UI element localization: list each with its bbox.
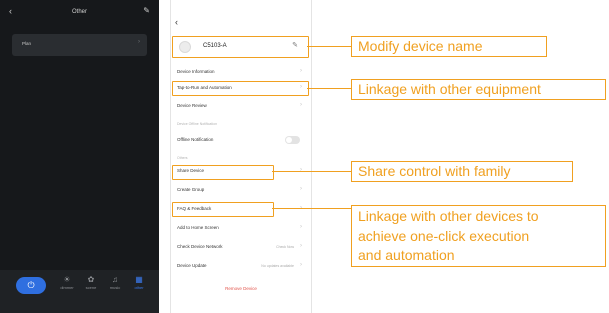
callout-linkage-devices: Linkage with other devices to achieve on… [351, 205, 606, 267]
control-screen: ‹ Other ✎ Plan › ⏻ ☀ dimmer ✿ scene ♫ mu… [0, 0, 159, 313]
mode-label: other [134, 285, 144, 290]
row-label: Device Review [177, 103, 207, 108]
section-others: Others [177, 156, 188, 160]
row-label: Offline Notification [177, 137, 214, 142]
callout-text: Modify device name [358, 38, 483, 54]
chevron-right-icon: › [300, 102, 302, 108]
row-device-update[interactable]: Device Update No updates available › [175, 260, 306, 274]
chevron-right-icon: › [138, 39, 140, 45]
mode-music[interactable]: ♫ music [104, 274, 126, 291]
callout-text: Linkage with other equipment [358, 81, 541, 97]
highlight-device-name [172, 36, 309, 58]
music-icon: ♫ [112, 275, 118, 284]
highlight-faq [172, 202, 274, 217]
power-button[interactable]: ⏻ [16, 277, 46, 294]
row-label: Add to Home Screen [177, 225, 219, 230]
mode-label: music [109, 285, 121, 290]
remove-device-button[interactable]: Remove Device [171, 286, 311, 291]
callout-text: Linkage with other devices to [358, 208, 539, 224]
callout-text: achieve one-click execution [358, 227, 530, 244]
check-network-value: Check Now [276, 245, 294, 249]
control-title: Other [71, 9, 87, 15]
control-top-bar: ‹ Other ✎ [0, 0, 159, 26]
device-update-value: No updates available [261, 264, 294, 268]
connector-line [272, 171, 351, 172]
connector-line [272, 208, 351, 209]
mode-other[interactable]: ▦ other [128, 274, 150, 291]
row-offline-notification[interactable]: Offline Notification [175, 134, 306, 148]
mode-dimmer[interactable]: ☀ dimmer [56, 274, 78, 291]
callout-linkage-equipment: Linkage with other equipment [351, 79, 606, 100]
row-label: Create Group [177, 187, 205, 192]
grid-icon: ▦ [135, 275, 143, 284]
callout-text: Share control with family [358, 163, 511, 179]
chevron-right-icon: › [300, 68, 302, 74]
row-device-review[interactable]: Device Review › [175, 100, 306, 114]
row-check-network[interactable]: Check Device Network Check Now › [175, 241, 306, 255]
callout-share-control: Share control with family [351, 161, 573, 182]
bulb-icon: ☀ [63, 275, 71, 284]
chevron-right-icon: › [300, 186, 302, 192]
row-add-home-screen[interactable]: Add to Home Screen › [175, 222, 306, 236]
connector-line [307, 88, 351, 89]
section-offline: Device Offline Notification [177, 122, 218, 126]
chevron-right-icon: › [300, 224, 302, 230]
mode-bar: ⏻ ☀ dimmer ✿ scene ♫ music ▦ other [0, 270, 159, 313]
plan-label: Plan [22, 41, 32, 46]
offline-toggle[interactable] [285, 136, 300, 144]
palette-icon: ✿ [87, 275, 95, 284]
mode-label: dimmer [60, 285, 74, 290]
chevron-right-icon: › [300, 243, 302, 249]
row-label: Device Update [177, 263, 207, 268]
chevron-right-icon: › [300, 167, 302, 173]
row-create-group[interactable]: Create Group › [175, 184, 306, 198]
chevron-right-icon: › [300, 262, 302, 268]
plan-card[interactable]: Plan › [12, 34, 147, 56]
mode-label: scene [85, 285, 97, 290]
row-device-information[interactable]: Device Information › [175, 66, 306, 80]
callout-modify-name: Modify device name [351, 36, 547, 57]
highlight-share-device [172, 165, 274, 180]
row-label: Device Information [177, 69, 215, 74]
row-label: Check Device Network [177, 244, 223, 249]
highlight-tap-to-run [172, 81, 309, 96]
pencil-icon[interactable]: ✎ [143, 6, 150, 15]
callout-text: and automation [358, 247, 455, 263]
chevron-left-icon[interactable]: ‹ [175, 17, 178, 27]
connector-line [307, 46, 351, 47]
power-icon: ⏻ [27, 280, 35, 290]
mode-scene[interactable]: ✿ scene [80, 274, 102, 291]
